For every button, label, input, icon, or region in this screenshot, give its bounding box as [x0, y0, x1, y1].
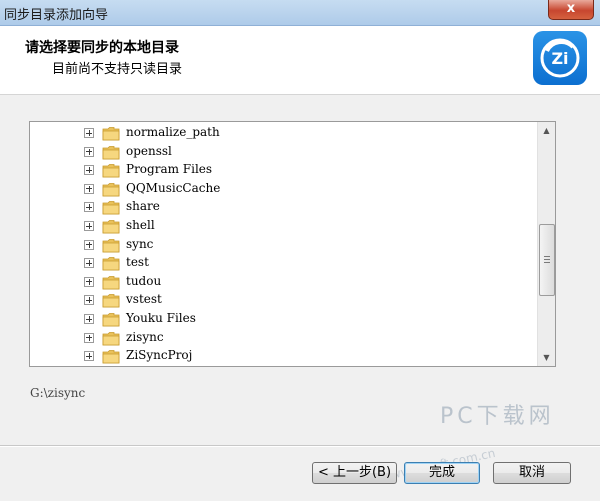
- tree-item-label: Program Files: [126, 162, 213, 177]
- folder-icon: [102, 349, 120, 364]
- logo-text: Zi: [551, 49, 568, 68]
- tree-scrollbar[interactable]: ▲ ▼: [537, 122, 555, 366]
- tree-item-label: vstest: [126, 292, 162, 307]
- tree-item[interactable]: share: [30, 198, 535, 216]
- expand-plus-icon[interactable]: [84, 239, 94, 250]
- folder-tree[interactable]: ▲ ▼ normalize_pathopenssl Program Files QQ…: [29, 121, 556, 367]
- expand-plus-icon[interactable]: [84, 351, 94, 362]
- expand-plus-icon[interactable]: [84, 183, 94, 194]
- close-button[interactable]: x: [548, 0, 594, 20]
- tree-item-label: normalize_path: [126, 125, 220, 139]
- tree-item-label: test: [126, 255, 149, 270]
- expand-plus-icon[interactable]: [84, 332, 94, 343]
- folder-icon: [102, 126, 120, 141]
- tree-item[interactable]: ZiSyncProj: [30, 347, 535, 365]
- footer-divider: [0, 445, 600, 447]
- folder-icon: [102, 163, 120, 178]
- tree-item[interactable]: Youku Files: [30, 310, 535, 328]
- title-bar: 同步目录添加向导 x: [0, 0, 600, 26]
- tree-item-label: ZiSyncProj: [126, 348, 193, 363]
- tree-item[interactable]: test: [30, 254, 535, 272]
- scroll-down-arrow-icon[interactable]: ▼: [538, 349, 555, 366]
- folder-icon: [102, 238, 120, 253]
- tree-item-label: shell: [126, 218, 155, 232]
- tree-item[interactable]: vstest: [30, 291, 535, 309]
- window-title: 同步目录添加向导: [4, 8, 109, 23]
- finish-button[interactable]: 完成: [404, 462, 480, 484]
- tree-item-label: sync: [126, 236, 154, 251]
- tree-item[interactable]: normalize_path: [30, 124, 535, 142]
- tree-item-label: QQMusicCache: [126, 180, 221, 195]
- tree-item[interactable]: tudou: [30, 273, 535, 291]
- wizard-header: 请选择要同步的本地目录 目前尚不支持只读目录 Zi: [0, 26, 600, 95]
- folder-icon: [102, 219, 120, 234]
- scroll-up-arrow-icon[interactable]: ▲: [538, 122, 555, 139]
- expand-plus-icon[interactable]: [84, 258, 94, 269]
- tree-item-label: zisync: [126, 329, 164, 344]
- header-subtitle: 目前尚不支持只读目录: [52, 62, 183, 77]
- tree-item[interactable]: openssl: [30, 143, 535, 161]
- folder-icon: [102, 331, 120, 346]
- tree-item[interactable]: sync: [30, 236, 535, 254]
- folder-icon: [102, 293, 120, 308]
- folder-icon: [102, 256, 120, 271]
- tree-item[interactable]: zisync: [30, 329, 535, 347]
- tree-item[interactable]: shell: [30, 217, 535, 235]
- tree-item[interactable]: Program Files: [30, 161, 535, 179]
- tree-item-label: share: [126, 199, 160, 214]
- folder-icon: [102, 312, 120, 327]
- folder-icon: [102, 145, 120, 160]
- tree-item-label: openssl: [126, 143, 172, 158]
- tree-item-label: Youku Files: [126, 311, 196, 325]
- selected-path: G:\zisync: [30, 386, 86, 400]
- folder-icon: [102, 182, 120, 197]
- expand-plus-icon[interactable]: [84, 276, 94, 287]
- zisync-logo-icon: Zi: [533, 31, 587, 85]
- expand-plus-icon[interactable]: [84, 165, 94, 176]
- scrollbar-thumb[interactable]: [539, 224, 555, 296]
- tree-item-label: tudou: [126, 273, 162, 288]
- back-button[interactable]: < 上一步(B): [312, 462, 397, 484]
- expand-plus-icon[interactable]: [84, 295, 94, 306]
- expand-plus-icon[interactable]: [84, 128, 94, 138]
- cancel-button[interactable]: 取消: [493, 462, 571, 484]
- expand-plus-icon[interactable]: [84, 314, 94, 324]
- tree-item[interactable]: QQMusicCache: [30, 180, 535, 198]
- expand-plus-icon[interactable]: [84, 221, 94, 231]
- folder-icon: [102, 275, 120, 290]
- expand-plus-icon[interactable]: [84, 202, 94, 213]
- folder-icon: [102, 200, 120, 215]
- header-title: 请选择要同步的本地目录: [25, 40, 179, 56]
- watermark-text: PC下载网: [440, 404, 555, 429]
- expand-plus-icon[interactable]: [84, 146, 94, 157]
